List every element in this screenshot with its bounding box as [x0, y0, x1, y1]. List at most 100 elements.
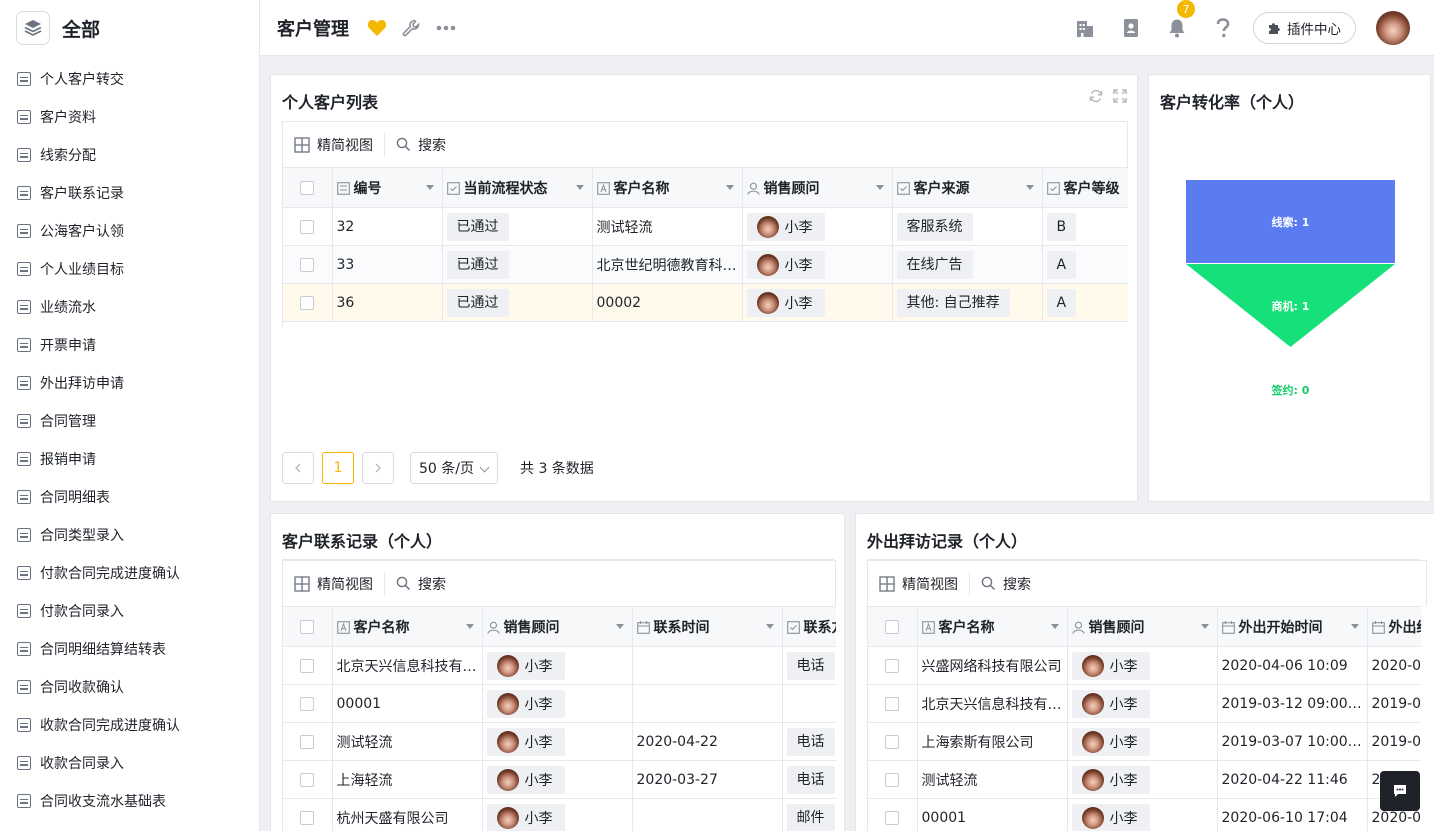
table-row[interactable]: 杭州天盛有限公司 小李 邮件: [283, 798, 836, 831]
sidebar-item[interactable]: 公海客户认领: [0, 212, 259, 250]
checkbox[interactable]: [300, 219, 315, 234]
sidebar-item[interactable]: 合同明细表: [0, 478, 259, 516]
sort-caret-icon[interactable]: [465, 624, 474, 629]
sort-caret-icon[interactable]: [765, 624, 774, 629]
sort-caret-icon[interactable]: [425, 185, 434, 190]
sidebar-item[interactable]: 合同明细结算结转表: [0, 630, 259, 668]
sidebar-item[interactable]: 合同收款确认: [0, 668, 259, 706]
user-avatar[interactable]: [1376, 11, 1410, 45]
member-chip[interactable]: 小李: [486, 765, 565, 794]
column-header[interactable]: 联系时间: [632, 606, 783, 647]
sort-caret-icon[interactable]: [875, 185, 884, 190]
sort-caret-icon[interactable]: [725, 185, 734, 190]
member-chip[interactable]: 小李: [1071, 765, 1150, 794]
column-header[interactable]: 编号: [332, 167, 443, 208]
sidebar-item[interactable]: 线索分配: [0, 136, 259, 174]
table-row[interactable]: 测试轻流小李2020-04-22 11:462020-04-22: [868, 760, 1421, 799]
column-header[interactable]: 联系方式: [782, 606, 836, 647]
member-chip[interactable]: 小李: [486, 651, 565, 680]
favorite-heart-icon[interactable]: [367, 19, 387, 37]
sort-caret-icon[interactable]: [1200, 624, 1209, 629]
layers-icon[interactable]: [16, 11, 50, 45]
sidebar-item[interactable]: 开票申请: [0, 326, 259, 364]
sidebar-item[interactable]: 合同类型录入: [0, 516, 259, 554]
checkbox[interactable]: [885, 619, 900, 634]
sort-caret-icon[interactable]: [1025, 185, 1034, 190]
column-header[interactable]: 客户名称: [332, 606, 483, 647]
checkbox[interactable]: [300, 180, 315, 195]
sidebar-item[interactable]: 报销申请: [0, 440, 259, 478]
checkbox[interactable]: [300, 810, 315, 825]
checkbox[interactable]: [885, 696, 900, 711]
column-header[interactable]: 销售顾问: [742, 167, 893, 208]
sidebar-item[interactable]: 业绩流水: [0, 288, 259, 326]
checkbox[interactable]: [885, 658, 900, 673]
checkbox[interactable]: [300, 772, 315, 787]
table-row[interactable]: 上海索斯有限公司小李 2019-03-07 10:00:002019-03-07: [868, 722, 1421, 761]
table-row[interactable]: 兴盛网络科技有限公司小李 2020-04-06 10:092020-04-06: [868, 646, 1421, 685]
table-row[interactable]: 北京天兴信息科技有限公司小李 电话: [283, 646, 836, 685]
table-row[interactable]: 上海轻流 小李 2020-03-27 电话: [283, 760, 836, 799]
sidebar-item[interactable]: 付款合同录入: [0, 592, 259, 630]
search-button[interactable]: 搜索: [970, 574, 1031, 594]
member-chip[interactable]: 小李: [486, 689, 565, 718]
sidebar-item[interactable]: 合同收支流水基础表: [0, 782, 259, 820]
table-row[interactable]: 36 已通过 00002 小李 其他: 自己推荐 A: [283, 283, 1128, 322]
sidebar-item[interactable]: 个人业绩目标: [0, 250, 259, 288]
chat-button[interactable]: [1380, 771, 1420, 811]
search-button[interactable]: 搜索: [385, 135, 446, 155]
column-header[interactable]: 外出结束时间: [1367, 606, 1421, 647]
member-chip[interactable]: 小李: [746, 288, 825, 317]
member-chip[interactable]: 小李: [746, 250, 825, 279]
compact-view-button[interactable]: 精简视图: [283, 571, 385, 596]
fullscreen-icon[interactable]: [1113, 89, 1127, 107]
checkbox[interactable]: [300, 257, 315, 272]
column-header[interactable]: 客户名称: [592, 167, 743, 208]
member-chip[interactable]: 小李: [1071, 689, 1150, 718]
page-size-select[interactable]: 50 条/页: [410, 452, 498, 484]
checkbox[interactable]: [300, 295, 315, 310]
checkbox[interactable]: [300, 658, 315, 673]
checkbox[interactable]: [300, 696, 315, 711]
compact-view-button[interactable]: 精简视图: [868, 571, 970, 596]
sort-caret-icon[interactable]: [615, 624, 624, 629]
table-row[interactable]: 00001 小李: [283, 684, 836, 723]
column-header[interactable]: 外出开始时间: [1217, 606, 1368, 647]
refresh-icon[interactable]: [1089, 89, 1103, 107]
sidebar-item[interactable]: 收款合同录入: [0, 744, 259, 782]
member-chip[interactable]: 小李: [1071, 651, 1150, 680]
table-row[interactable]: 北京天兴信息科技有限公司小李 2019-03-12 09:00:002019-03…: [868, 684, 1421, 723]
column-header[interactable]: 销售顾问: [482, 606, 633, 647]
compact-view-button[interactable]: 精简视图: [283, 132, 385, 157]
table-row[interactable]: 33已通过 北京世纪明德教育科技有限公司小李 在线广告 A: [283, 245, 1128, 284]
notification-bell-icon[interactable]: 7: [1154, 0, 1200, 38]
sidebar-item[interactable]: 付款合同完成进度确认: [0, 554, 259, 592]
member-chip[interactable]: 小李: [746, 212, 825, 241]
contacts-icon[interactable]: [1108, 18, 1154, 38]
member-chip[interactable]: 小李: [486, 727, 565, 756]
search-button[interactable]: 搜索: [385, 574, 446, 594]
table-row[interactable]: 测试轻流 小李 2020-04-22 电话: [283, 722, 836, 761]
sidebar-item[interactable]: 合同管理: [0, 402, 259, 440]
member-chip[interactable]: 小李: [1071, 803, 1150, 831]
sidebar-item[interactable]: 个人客户转交: [0, 60, 259, 98]
sidebar-item[interactable]: 外出拜访申请: [0, 364, 259, 402]
help-icon[interactable]: [1200, 18, 1246, 38]
sidebar-item[interactable]: 客户联系记录: [0, 174, 259, 212]
next-page-button[interactable]: [362, 452, 394, 484]
checkbox[interactable]: [300, 619, 315, 634]
sort-caret-icon[interactable]: [575, 185, 584, 190]
checkbox[interactable]: [885, 734, 900, 749]
more-icon[interactable]: [436, 25, 456, 31]
sort-caret-icon[interactable]: [1350, 624, 1359, 629]
checkbox[interactable]: [300, 734, 315, 749]
sidebar-item[interactable]: 客户资料: [0, 98, 259, 136]
column-header[interactable]: 销售顾问: [1067, 606, 1218, 647]
prev-page-button[interactable]: [282, 452, 314, 484]
page-button-current[interactable]: 1: [322, 452, 354, 484]
sort-caret-icon[interactable]: [1050, 624, 1059, 629]
sidebar-item[interactable]: 收款合同完成进度确认: [0, 706, 259, 744]
column-header[interactable]: 客户等级: [1042, 167, 1128, 208]
checkbox[interactable]: [885, 772, 900, 787]
building-icon[interactable]: [1062, 18, 1108, 38]
